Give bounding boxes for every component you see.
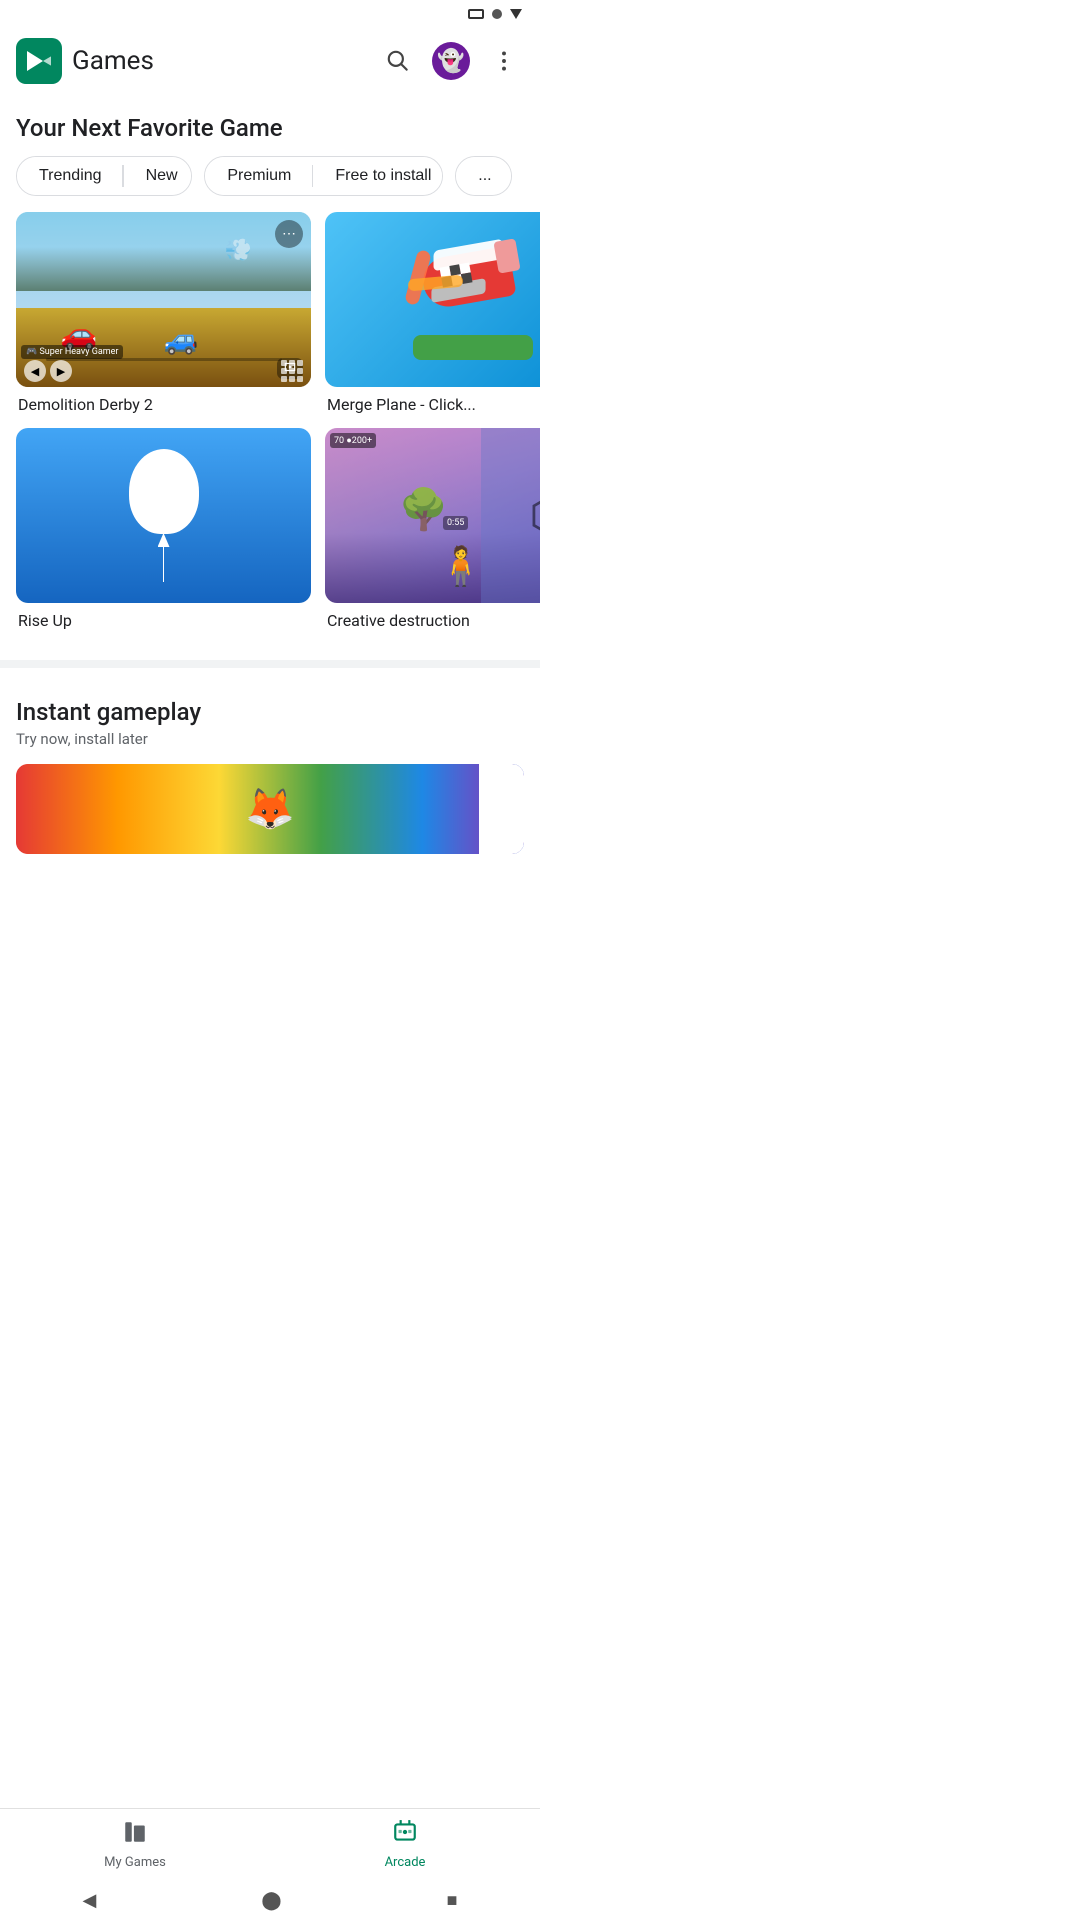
game-title-creative: Creative destruction [325, 611, 540, 630]
game-ui-overlay: ◀ ▶ [16, 360, 311, 382]
nav-label-my-games: My Games [104, 1855, 166, 1870]
filter-chip-trending[interactable]: Trending [17, 157, 124, 195]
filter-chips: Trending New Premium Free to install ... [0, 156, 540, 212]
bottom-navigation: My Games Arcade [0, 1808, 540, 1880]
user-avatar[interactable]: 👻 [432, 42, 470, 80]
game-thumb-creative: 🌳 🧍 ⬡ 70 ●200+ 2 🕹️ 0:55 [325, 428, 540, 603]
card-more-button[interactable]: ⋯ [275, 220, 303, 248]
back-button[interactable]: ◀ [83, 1890, 97, 1911]
filter-chip-premium[interactable]: Premium [205, 157, 313, 195]
game-card-rise-up[interactable]: Rise Up [16, 428, 311, 630]
arcade-icon [392, 1819, 418, 1851]
game-card-creative[interactable]: 🌳 🧍 ⬡ 70 ●200+ 2 🕹️ 0:55 Creative destru… [325, 428, 540, 630]
game-thumb-demolition: 🚗 🚙 💨 ⋯ ◀ ▶ [16, 212, 311, 387]
status-bar [0, 0, 540, 28]
app-header: Games 👻 [0, 28, 540, 94]
filter-group-premium-free: Premium Free to install [204, 156, 443, 196]
nav-label-arcade: Arcade [385, 1855, 426, 1870]
balloon-icon [129, 449, 199, 582]
game-thumb-rise-up [16, 428, 311, 603]
game-card-merge-plane[interactable]: Merge Plane - Click... [325, 212, 540, 414]
system-navigation: ◀ ⬤ ■ [0, 1880, 540, 1920]
instant-gameplay-preview[interactable]: 🦊 [16, 764, 524, 854]
instant-gameplay-title: Instant gameplay [16, 698, 524, 726]
signal-icon [510, 9, 522, 19]
recents-button[interactable]: ■ [447, 1890, 458, 1911]
game-title-rise-up: Rise Up [16, 611, 311, 630]
section-title-favorite: Your Next Favorite Game [0, 94, 540, 156]
search-button[interactable] [378, 41, 418, 81]
wifi-icon [492, 9, 502, 19]
filter-chip-more[interactable]: ... [456, 157, 512, 195]
section-separator [0, 660, 540, 668]
game-title-merge-plane: Merge Plane - Click... [325, 395, 540, 414]
games-scroll[interactable]: 🚗 🚙 💨 ⋯ ◀ ▶ [0, 212, 540, 650]
avatar-icon: 👻 [437, 49, 464, 74]
battery-icon [468, 9, 484, 19]
filter-chip-new[interactable]: New [124, 157, 193, 195]
game-column-1: 🚗 🚙 💨 ⋯ ◀ ▶ [16, 212, 311, 630]
play-store-logo [16, 38, 62, 84]
more-options-button[interactable] [484, 41, 524, 81]
logo-area: Games [16, 38, 368, 84]
nav-item-my-games[interactable]: My Games [0, 1809, 270, 1880]
filter-chip-free-to-install[interactable]: Free to install [313, 157, 443, 195]
filter-group-more: ... [455, 156, 512, 196]
instant-gameplay-subtitle: Try now, install later [16, 730, 524, 748]
game-column-2: Merge Plane - Click... 🌳 🧍 ⬡ 70 ●200+ [325, 212, 540, 630]
header-icons: 👻 [378, 41, 524, 81]
my-games-icon [122, 1819, 148, 1851]
home-button[interactable]: ⬤ [261, 1890, 281, 1911]
game-thumb-merge-plane [325, 212, 540, 387]
game-card-demolition[interactable]: 🚗 🚙 💨 ⋯ ◀ ▶ [16, 212, 311, 414]
header-title: Games [72, 46, 154, 76]
game-title-demolition: Demolition Derby 2 [16, 395, 311, 414]
instant-gameplay-section: Instant gameplay Try now, install later … [0, 678, 540, 854]
filter-group-trending-new: Trending New [16, 156, 192, 196]
nav-item-arcade[interactable]: Arcade [270, 1809, 540, 1880]
